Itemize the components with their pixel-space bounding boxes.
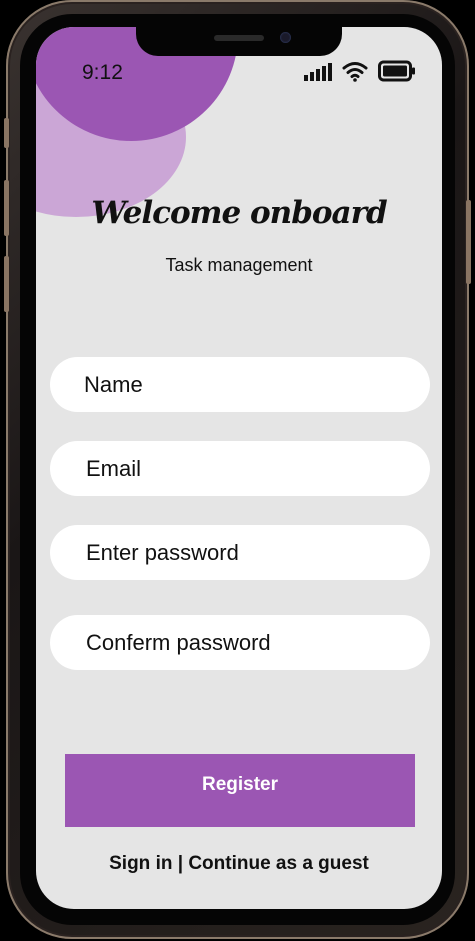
- name-input[interactable]: [50, 357, 430, 412]
- sign-in-link[interactable]: Sign in: [109, 853, 172, 874]
- link-separator: |: [172, 853, 189, 874]
- footer-links: Sign in | Continue as a guest: [36, 853, 442, 875]
- register-button[interactable]: Register: [65, 754, 415, 827]
- notch: [136, 27, 342, 56]
- volume-down-button: [4, 256, 9, 312]
- page-title: Welcome onboard: [91, 195, 387, 231]
- speaker-grille: [214, 35, 264, 41]
- wifi-icon: [342, 60, 368, 82]
- volume-up-button: [4, 180, 9, 236]
- battery-icon: [378, 60, 416, 82]
- confirm-password-input[interactable]: [50, 615, 430, 670]
- camera-icon: [280, 32, 291, 43]
- app-screen: 9:12 Welcome onboard Task management Reg…: [36, 27, 442, 909]
- password-input[interactable]: [50, 525, 430, 580]
- page-subtitle: Task management: [165, 255, 313, 275]
- email-input[interactable]: [50, 441, 430, 496]
- status-time: 9:12: [82, 61, 123, 84]
- signal-icon: [304, 61, 332, 81]
- continue-as-guest-link[interactable]: Continue as a guest: [188, 853, 369, 874]
- status-icons: [304, 58, 418, 84]
- mute-switch: [4, 118, 9, 148]
- power-button: [466, 200, 471, 284]
